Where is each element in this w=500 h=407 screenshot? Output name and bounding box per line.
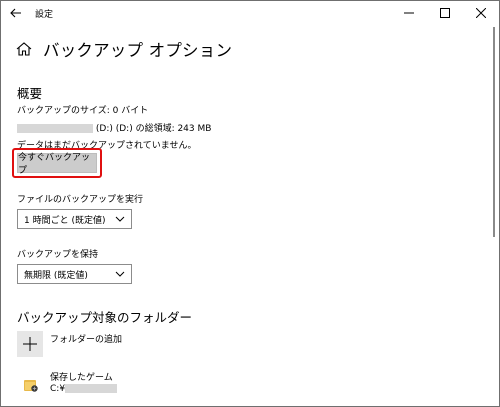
close-icon — [476, 8, 486, 18]
window-controls — [391, 1, 499, 25]
schedule-dropdown[interactable]: 1 時間ごと (既定値) — [17, 209, 132, 229]
plus-icon — [23, 337, 37, 351]
backup-now-button[interactable]: 今すぐバックアップ — [17, 153, 97, 176]
maximize-button[interactable] — [427, 1, 463, 25]
page-header: バックアップ オプション — [15, 37, 232, 61]
page-title: バックアップ オプション — [43, 41, 233, 60]
scrollbar-thumb[interactable] — [493, 27, 495, 237]
scrollbar[interactable] — [490, 27, 497, 404]
redacted-path — [65, 384, 118, 393]
retention-dropdown[interactable]: 無期限 (既定値) — [17, 264, 132, 284]
back-button[interactable] — [1, 1, 31, 25]
chevron-down-icon — [115, 216, 125, 222]
maximize-icon — [440, 8, 450, 18]
back-arrow-icon — [10, 8, 21, 18]
title-bar: 設定 — [1, 1, 499, 25]
folder-item-path: C:¥ — [50, 384, 118, 394]
add-folder-label[interactable]: フォルダーの追加 — [50, 332, 122, 345]
folder-item-name[interactable]: 保存したゲーム — [50, 370, 113, 383]
window-title: 設定 — [35, 9, 54, 20]
minimize-icon — [404, 12, 414, 14]
minimize-button[interactable] — [391, 1, 427, 25]
retention-label: バックアップを保持 — [17, 250, 99, 260]
overview-heading: 概要 — [17, 86, 43, 101]
home-icon[interactable] — [15, 40, 33, 58]
close-button[interactable] — [463, 1, 499, 25]
settings-window: 設定 バックアップ オプション 概要 バックアップのサイズ: 0 バイト (D:… — [0, 0, 500, 407]
chevron-down-icon — [115, 271, 125, 277]
backup-size-text: バックアップのサイズ: 0 バイト — [17, 106, 149, 116]
folders-heading: バックアップ対象のフォルダー — [17, 310, 193, 325]
retention-value: 無期限 (既定値) — [24, 270, 88, 281]
drive-space-text: (D:) (D:) の総領域: 243 MB — [17, 121, 211, 134]
schedule-value: 1 時間ごと (既定値) — [24, 215, 106, 226]
redacted-drive-name — [17, 124, 93, 133]
add-folder-button[interactable] — [17, 331, 43, 357]
saved-games-folder-icon — [24, 380, 38, 392]
schedule-label: ファイルのバックアップを実行 — [17, 195, 144, 205]
